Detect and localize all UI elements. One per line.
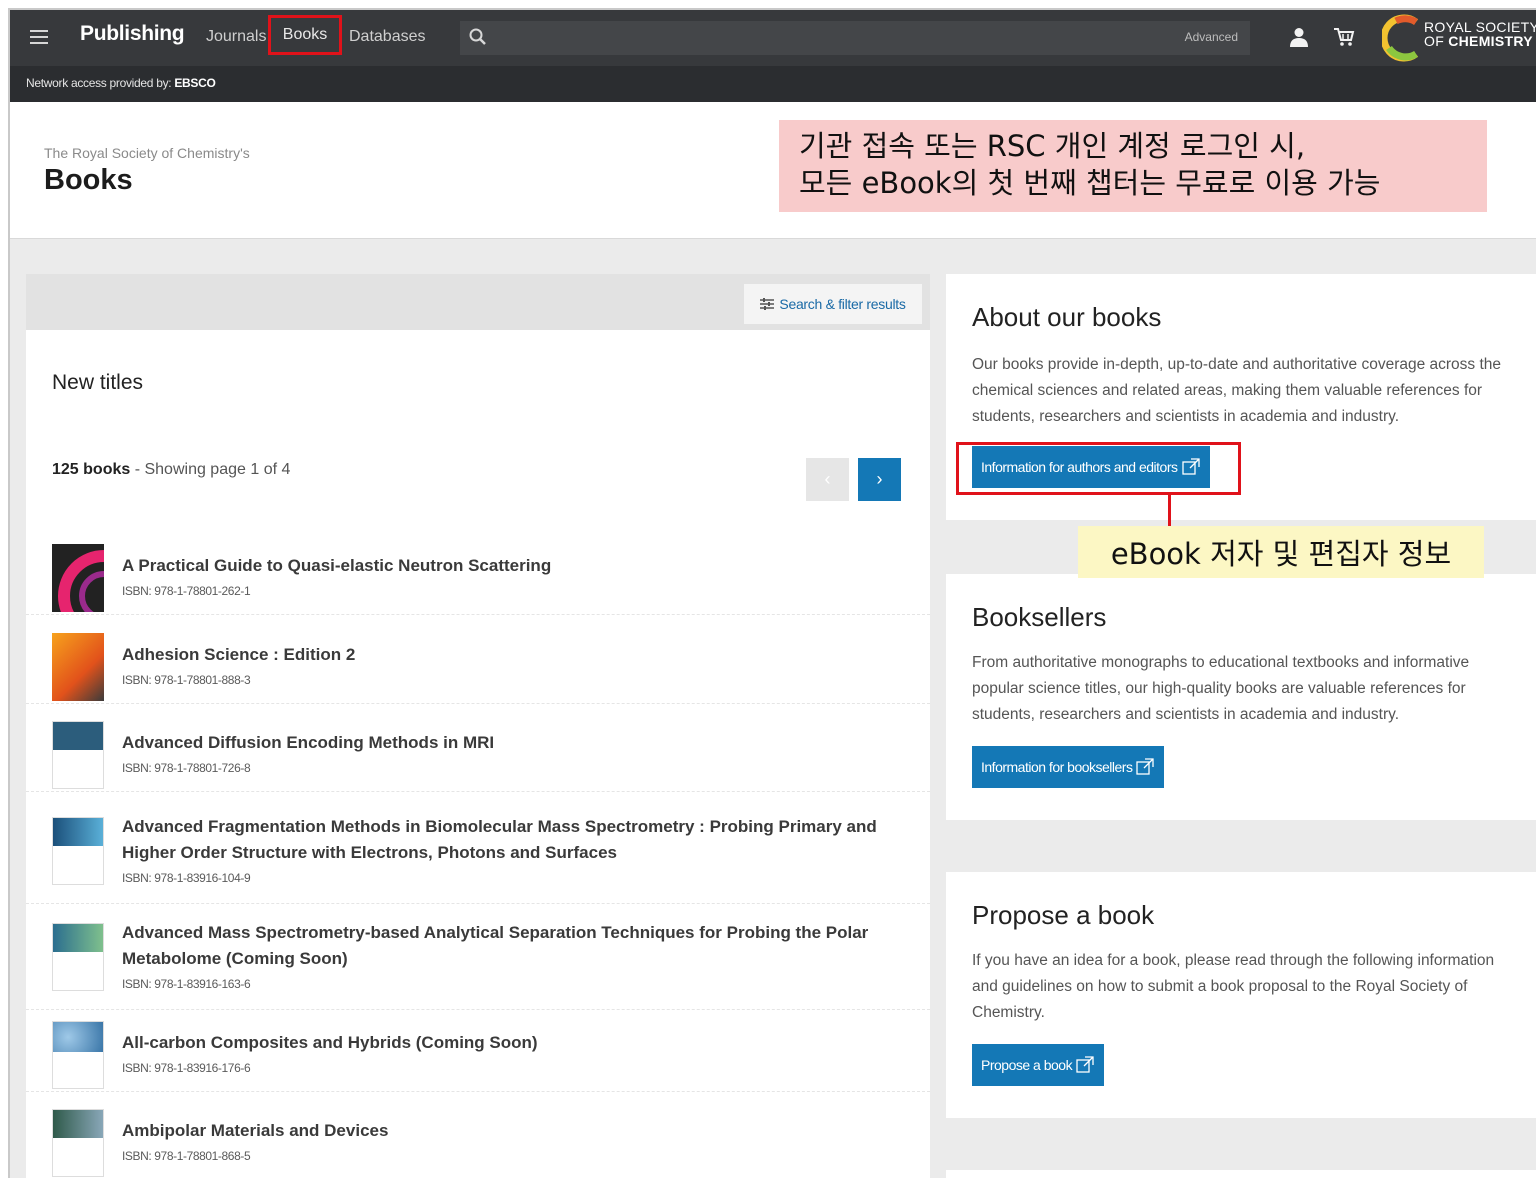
propose-book-text: If you have an idea for a book, please r… <box>972 952 1495 1021</box>
rsc-logo[interactable]: ROYAL SOCIETY OF CHEMISTRY <box>1380 14 1536 62</box>
access-bar: Network access provided by: EBSCO <box>10 66 1536 102</box>
network-access-text: Network access provided by: EBSCO <box>26 76 216 90</box>
book-cover[interactable] <box>52 633 104 701</box>
book-row[interactable]: All-carbon Composites and Hybrids (Comin… <box>26 1011 930 1092</box>
brand-publishing[interactable]: Publishing <box>80 22 185 46</box>
search-input[interactable]: Advanced <box>460 21 1250 55</box>
book-isbn: ISBN: 978-1-78801-262-1 <box>122 584 251 598</box>
book-row[interactable]: A Practical Guide to Quasi-elastic Neutr… <box>26 534 930 615</box>
page-header: The Royal Society of Chemistry's Books 기… <box>10 102 1536 239</box>
book-isbn: ISBN: 978-1-78801-868-5 <box>122 1149 251 1163</box>
page-subtitle: The Royal Society of Chemistry's <box>44 145 250 161</box>
annotation-free-chapter: 기관 접속 또는 RSC 개인 계정 로그인 시, 모든 eBook의 첫 번째… <box>779 120 1487 212</box>
about-books-text: Our books provide in-depth, up-to-date a… <box>972 356 1502 425</box>
book-row[interactable]: Advanced Diffusion Encoding Methods in M… <box>26 711 930 792</box>
book-title[interactable]: Adhesion Science : Edition 2 <box>122 642 912 668</box>
search-icon[interactable] <box>468 27 488 47</box>
booksellers-button[interactable]: Information for booksellers <box>972 746 1165 788</box>
book-cover[interactable] <box>52 721 104 789</box>
rsc-logo-text: ROYAL SOCIETY OF CHEMISTRY <box>1424 19 1536 49</box>
highlight-authors-button <box>956 442 1241 495</box>
filter-icon <box>760 298 775 310</box>
top-navigation: Publishing Journals Books Databases Adva… <box>10 10 1536 66</box>
propose-book-button[interactable]: Propose a book <box>972 1044 1105 1086</box>
book-title[interactable]: A Practical Guide to Quasi-elastic Neutr… <box>122 553 912 579</box>
booksellers-heading: Booksellers <box>972 602 1107 632</box>
book-cover[interactable] <box>52 1021 104 1089</box>
results-count: 125 books - Showing page 1 of 4 <box>52 461 291 478</box>
book-title[interactable]: Advanced Mass Spectrometry-based Analyti… <box>122 920 912 972</box>
book-cover[interactable] <box>52 544 104 612</box>
cart-icon[interactable] <box>1332 26 1356 48</box>
nav-books[interactable]: Books <box>268 15 342 55</box>
book-row[interactable]: Advanced Mass Spectrometry-based Analyti… <box>26 905 930 1010</box>
book-row[interactable]: Ambipolar Materials and Devices ISBN: 97… <box>26 1099 930 1178</box>
browser-viewport: Publishing Journals Books Databases Adva… <box>8 8 1536 1178</box>
annotation-connector <box>1168 494 1171 526</box>
book-cover[interactable] <box>52 1109 104 1177</box>
propose-book-heading: Propose a book <box>972 900 1155 930</box>
booksellers-text: From authoritative monographs to educati… <box>972 654 1470 723</box>
user-icon[interactable] <box>1288 26 1310 48</box>
book-cover[interactable] <box>52 923 104 991</box>
results-toolbar: Search & filter results <box>26 274 930 330</box>
about-books-heading: About our books <box>972 302 1162 332</box>
propose-book-button-label: Propose a book <box>981 1057 1073 1073</box>
book-title[interactable]: All-carbon Composites and Hybrids (Comin… <box>122 1030 912 1056</box>
search-filter-button[interactable]: Search & filter results <box>744 284 922 324</box>
annotation-author-info: eBook 저자 및 편집자 정보 <box>1078 526 1484 578</box>
book-isbn: ISBN: 978-1-83916-104-9 <box>122 871 251 885</box>
book-title[interactable]: Advanced Diffusion Encoding Methods in M… <box>122 730 912 756</box>
external-link-icon <box>1136 758 1155 775</box>
next-page-button[interactable]: › <box>858 458 901 501</box>
nav-journals[interactable]: Journals <box>206 28 266 46</box>
external-link-icon <box>1076 1056 1094 1073</box>
book-isbn: ISBN: 978-1-83916-163-6 <box>122 977 251 991</box>
booksellers-button-label: Information for booksellers <box>981 759 1133 775</box>
book-isbn: ISBN: 978-1-78801-888-3 <box>122 673 251 687</box>
rsc-logo-mark-icon <box>1380 14 1419 62</box>
new-titles-panel: Search & filter results New titles 125 b… <box>26 274 930 1178</box>
section-heading-new-titles: New titles <box>52 371 144 394</box>
book-isbn: ISBN: 978-1-83916-176-6 <box>122 1061 251 1075</box>
book-row[interactable]: Adhesion Science : Edition 2 ISBN: 978-1… <box>26 623 930 704</box>
book-row[interactable]: Advanced Fragmentation Methods in Biomol… <box>26 799 930 904</box>
advanced-search-link[interactable]: Advanced <box>1185 30 1238 44</box>
nav-databases[interactable]: Databases <box>349 28 426 46</box>
propose-book-card: Propose a book If you have an idea for a… <box>946 872 1536 1118</box>
booksellers-card: Booksellers From authoritative monograph… <box>946 574 1536 820</box>
book-isbn: ISBN: 978-1-78801-726-8 <box>122 761 251 775</box>
page-title: Books <box>44 164 133 196</box>
book-cover[interactable] <box>52 817 104 885</box>
search-filter-label: Search & filter results <box>779 296 906 312</box>
menu-icon[interactable] <box>30 26 48 48</box>
previous-page-button[interactable]: ‹ <box>806 458 849 501</box>
nav-books-label: Books <box>282 26 328 43</box>
book-title[interactable]: Advanced Fragmentation Methods in Biomol… <box>122 814 912 866</box>
next-card <box>946 1170 1536 1178</box>
book-title[interactable]: Ambipolar Materials and Devices <box>122 1118 912 1144</box>
